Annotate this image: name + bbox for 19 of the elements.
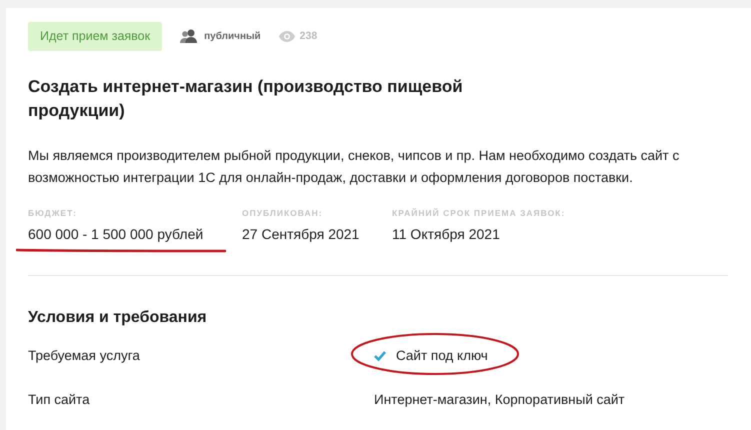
job-description: Мы являемся производителем рыбной продукции, снеков, чипсов и пр. Нам необходимо создать сайт с возможностью интеграции 1С для онлайн-продаж, доставки и оформления договоров поставки. — [28, 146, 680, 187]
status-badge: Идет прием заявок — [28, 22, 162, 51]
visibility-label: публичный — [204, 30, 261, 44]
job-title: Создать интернет-магазин (производство пищевой продукции) — [28, 76, 464, 122]
views-count: 238 — [300, 28, 318, 44]
meta-label: БЮДЖЕТ: — [28, 206, 78, 220]
meta-label: ОПУБЛИКОВАН: — [242, 206, 324, 220]
requirement-value: Интернет-магазин, Корпоративный сайт — [374, 390, 625, 409]
meta-value: 27 Сентября 2021 — [242, 224, 360, 244]
requirement-label: Требуемая услуга — [28, 346, 141, 365]
meta-value: 11 Октября 2021 — [392, 224, 501, 244]
eye-icon — [278, 30, 295, 42]
users-icon — [180, 29, 198, 44]
check-icon — [374, 350, 386, 361]
requirement-label: Тип сайта — [28, 390, 91, 409]
meta-value: 600 000 - 1 500 000 рублей — [28, 224, 204, 244]
meta-label: КРАЙНИЙ СРОК ПРИЕМА ЗАЯВОК: — [392, 206, 566, 220]
requirement-value: Сайт под ключ — [396, 346, 488, 365]
section-title: Условия и требования — [28, 308, 208, 328]
